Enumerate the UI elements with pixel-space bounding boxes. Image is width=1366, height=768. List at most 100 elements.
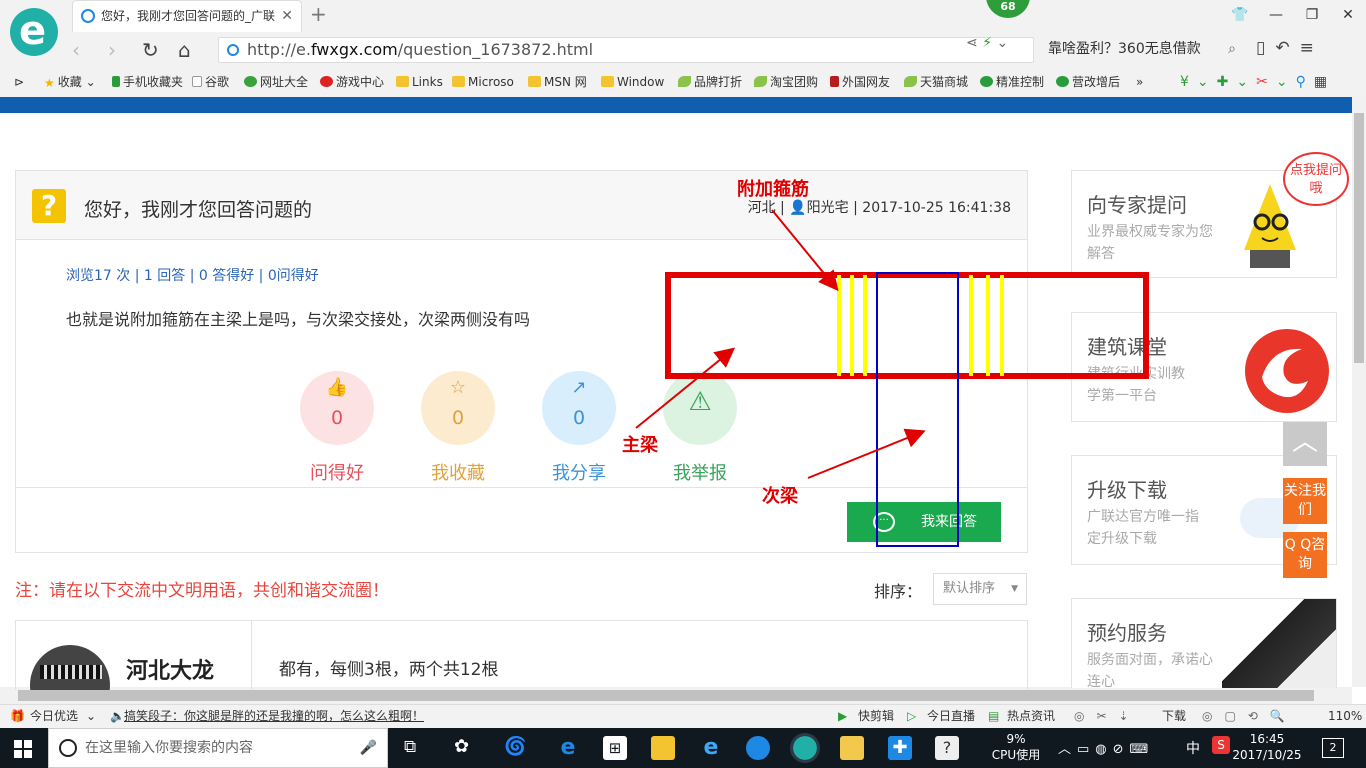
bookmark-item[interactable]: 淘宝团购 [754, 68, 818, 97]
task-view-icon[interactable]: ⧉ [404, 737, 416, 757]
plus-app-icon[interactable]: ✚ [888, 736, 912, 760]
share-icon: ↗ [571, 377, 587, 398]
help-app-icon[interactable]: ? [935, 736, 959, 760]
store-icon[interactable]: ⊞ [603, 736, 627, 760]
status-tools-right[interactable]: ◎▢⟲🔍 [1202, 705, 1297, 728]
file-explorer-icon[interactable] [651, 736, 675, 760]
score-badge[interactable]: 68 [986, 0, 1030, 18]
bookmark-folder[interactable]: Links [396, 68, 443, 97]
bookmark-folder[interactable]: MSN 网 [528, 68, 587, 97]
windows-start-icon[interactable] [14, 740, 32, 758]
status-item[interactable]: 快剪辑 [858, 705, 894, 728]
sidebar-toggle-icon[interactable]: ⊳ [14, 68, 24, 97]
reload-icon[interactable]: ↻ [142, 38, 159, 62]
search-box[interactable]: 靠啥盈利？360无息借款 ⌕ [1042, 37, 1242, 63]
notification-center-icon[interactable]: 2 [1322, 738, 1344, 758]
undo-icon[interactable]: ↶ [1275, 38, 1299, 58]
taskbar-search[interactable]: 在这里输入你要搜索的内容 🎤 [48, 728, 388, 768]
meta-user[interactable]: 阳光宅 [807, 200, 849, 216]
minimize-button[interactable]: — [1258, 0, 1294, 30]
bookmarks-more[interactable]: » [1136, 68, 1143, 97]
answerer-name[interactable]: 河北大龙 [126, 653, 214, 685]
bookmark-item[interactable]: 外国网友 [830, 68, 890, 97]
back-to-top-button[interactable]: ︿ [1283, 422, 1327, 466]
zoom-level[interactable]: 110% [1328, 705, 1362, 728]
clock[interactable]: 16:45 2017/10/25 [1232, 731, 1302, 763]
action-circle[interactable]: ⚠ [663, 371, 737, 445]
home-icon[interactable]: ⌂ [178, 38, 191, 62]
browser-360-icon[interactable] [790, 733, 820, 763]
system-tray-icons[interactable]: ︿▭◍⊘⌨ [1058, 738, 1154, 757]
bookmark-item[interactable]: 手机收藏夹 [112, 68, 183, 97]
forward-icon[interactable]: › [108, 38, 116, 62]
status-news[interactable]: 搞笑段子：你这腿是胖的还是我撞的啊，怎么这么粗啊！ [124, 705, 424, 728]
action-good-question[interactable]: 👍 0 问得好 [287, 371, 387, 485]
skin-icon[interactable]: 👕 [1222, 0, 1258, 30]
edge-icon[interactable]: e [556, 736, 580, 760]
sidebar-card-classroom[interactable]: 建筑课堂 建筑行业实训教学第一平台 [1071, 312, 1337, 422]
address-bar[interactable]: http://e.fwxgx.com/question_1673872.html [218, 37, 1034, 63]
status-item[interactable]: 下载 [1162, 705, 1186, 728]
action-circle[interactable]: 👍 0 [300, 371, 374, 445]
sogou-icon[interactable]: S [1212, 736, 1230, 754]
bookmark-item[interactable]: 营改增后 [1056, 68, 1120, 97]
scrollbar-thumb[interactable] [1354, 113, 1364, 363]
bookmark-item[interactable]: 网址大全 [244, 68, 308, 97]
action-report[interactable]: ⚠ 我举报 [650, 371, 750, 485]
swirl-icon[interactable]: 🌀 [504, 736, 526, 757]
answer-button[interactable]: ··· 我来回答 [847, 502, 1001, 542]
qq-consult-button[interactable]: Q Q咨询 [1283, 532, 1327, 578]
share-icon[interactable]: ⋖ [966, 35, 978, 51]
action-share[interactable]: ↗ 0 我分享 [529, 371, 629, 485]
status-item[interactable]: 热点资讯 [1007, 705, 1055, 728]
action-favorite[interactable]: ☆ 0 我收藏 [408, 371, 508, 485]
browser-chrome: 您好，我刚才您回答问题的_广联 ✕ + 68 👕—❐✕ ‹ › ↻ ⌂ http… [0, 0, 1366, 97]
sort-select[interactable]: 默认排序 ▼ [933, 573, 1027, 605]
bookmark-favorites[interactable]: ★ 收藏 ⌄ [44, 68, 96, 97]
back-icon[interactable]: ‹ [72, 38, 80, 62]
maximize-button[interactable]: ❐ [1294, 0, 1330, 30]
search-icon[interactable]: ⌕ [1228, 37, 1236, 61]
app-g-icon[interactable] [746, 736, 770, 760]
speed-icon[interactable]: ⚡ [982, 35, 992, 51]
bookmark-item[interactable]: 天猫商城 [904, 68, 968, 97]
menu-icon[interactable]: ≡ [1300, 38, 1324, 58]
tab-close-icon[interactable]: ✕ [281, 1, 293, 31]
action-circle[interactable]: ☆ 0 [421, 371, 495, 445]
action-circle[interactable]: ↗ 0 [542, 371, 616, 445]
scrollbar-thumb[interactable] [18, 690, 1314, 701]
action-label[interactable]: 我分享 [529, 459, 629, 485]
status-tools[interactable]: ◎✂⇣ [1074, 705, 1141, 728]
bookmark-item[interactable]: 谷歌 [192, 68, 229, 97]
close-window-button[interactable]: ✕ [1330, 0, 1366, 30]
bookmark-item[interactable]: 品牌打折 [678, 68, 742, 97]
ie-icon[interactable]: e [699, 736, 723, 760]
ime-indicator[interactable]: 中 [1186, 738, 1200, 758]
bookmark-item[interactable]: 精准控制 [980, 68, 1044, 97]
action-label[interactable]: 我收藏 [408, 459, 508, 485]
dropdown-icon[interactable]: ⌄ [996, 35, 1008, 51]
bookmark-folder[interactable]: Window [601, 68, 664, 97]
chevron-down-icon[interactable]: ⌄ [86, 705, 96, 728]
tab-active[interactable]: 您好，我刚才您回答问题的_广联 ✕ [72, 0, 302, 32]
sidebar-card-appointment[interactable]: 预约服务 服务面对面，承诺心连心 [1071, 598, 1337, 688]
new-tab-button[interactable]: + [310, 2, 327, 26]
avatar[interactable] [30, 645, 110, 690]
notes-icon[interactable] [840, 736, 864, 760]
pinwheel-icon[interactable]: ✿ [454, 736, 469, 757]
ask-bubble[interactable]: 点我提问哦 [1283, 152, 1349, 206]
vertical-scrollbar[interactable] [1352, 97, 1366, 687]
tab-favicon-icon [81, 9, 95, 23]
question-panel: ? 您好，我刚才您回答问题的 河北 | 👤阳光宅 | 2017-10-25 16… [15, 170, 1028, 553]
action-label[interactable]: 我举报 [650, 459, 750, 485]
status-item[interactable]: 今日直播 [927, 705, 975, 728]
bookmark-item[interactable]: 游戏中心 [320, 68, 384, 97]
follow-us-button[interactable]: 关注我们 [1283, 478, 1327, 524]
extension-icons[interactable]: ¥⌄✚⌄✂⌄⚲▦ [1180, 68, 1335, 97]
cpu-meter[interactable]: 9% CPU使用 [990, 731, 1042, 763]
microphone-icon[interactable]: 🎤 [360, 729, 377, 767]
bookmark-folder[interactable]: Microso [452, 68, 514, 97]
phone-icon[interactable]: ▯ [1256, 38, 1275, 58]
status-today-picks[interactable]: 今日优选 [30, 705, 78, 728]
action-label[interactable]: 问得好 [287, 459, 387, 485]
